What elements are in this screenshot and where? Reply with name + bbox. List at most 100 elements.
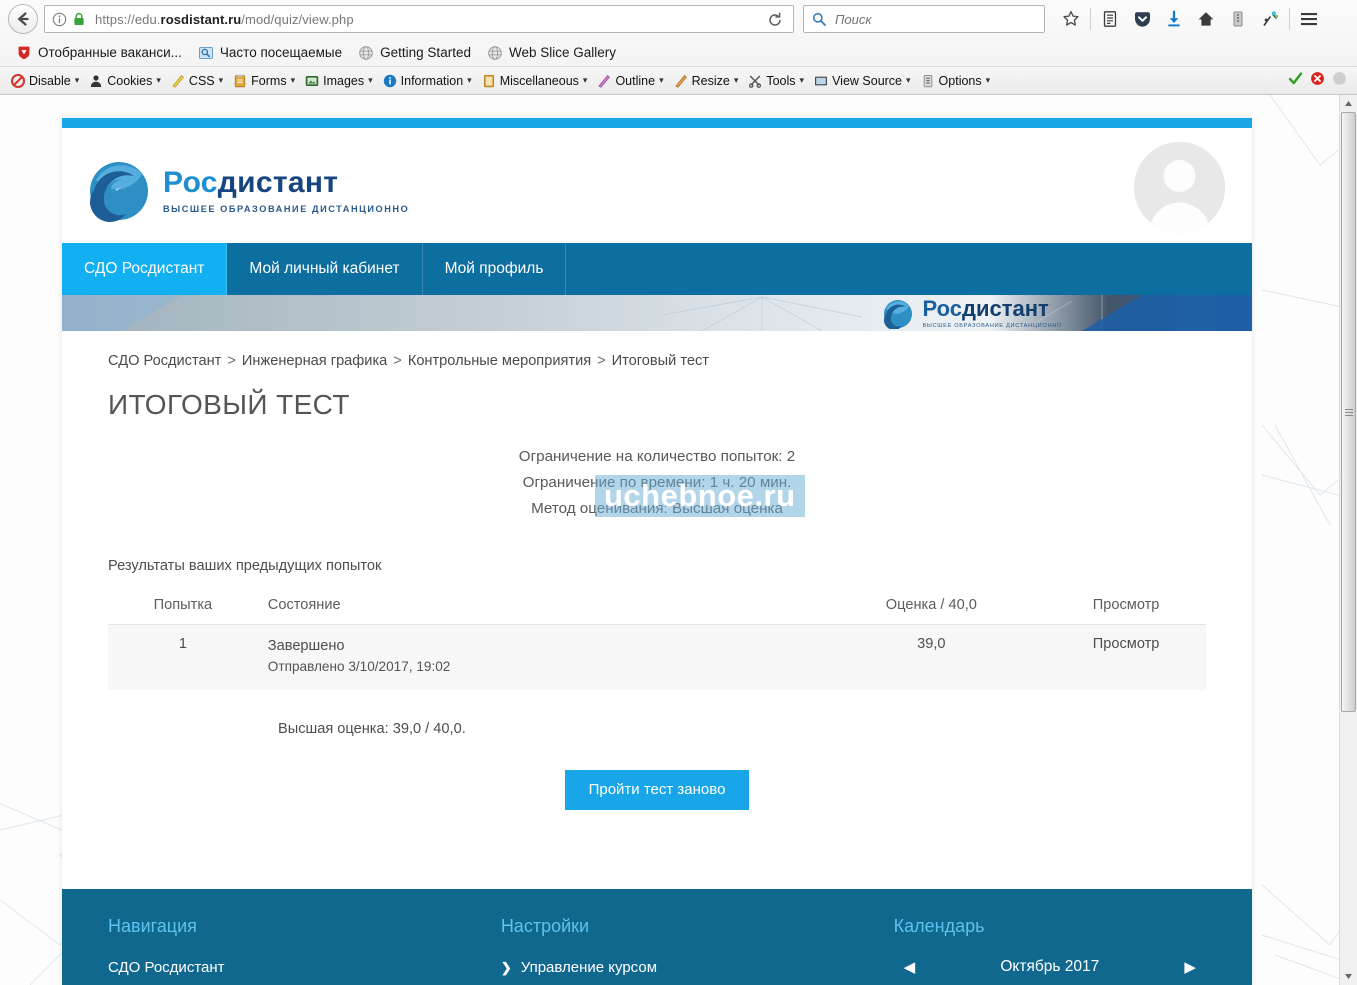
tab-my-profile[interactable]: Мой профиль <box>423 243 567 295</box>
devtool-outline[interactable]: Outline ▾ <box>592 73 668 89</box>
bookmark-item[interactable]: Часто посещаемые <box>190 43 350 63</box>
devtool-information[interactable]: Information ▾ <box>378 73 477 89</box>
retake-test-button[interactable]: Пройти тест заново <box>564 770 750 810</box>
reload-icon <box>769 12 781 26</box>
library-icon[interactable] <box>1222 4 1254 34</box>
devtools-icon[interactable] <box>1254 4 1286 34</box>
tab-sdo-rosdistant[interactable]: СДО Росдистант <box>62 243 228 295</box>
caret-down-icon: ▾ <box>290 75 296 85</box>
search-input[interactable] <box>833 10 1013 28</box>
scrollbar-track[interactable] <box>1340 112 1357 968</box>
caret-down-icon: ▾ <box>582 75 588 85</box>
devtool-miscellaneous[interactable]: Miscellaneous ▾ <box>477 73 593 89</box>
footer-settings-item-course-management[interactable]: ❯ Управление курсом <box>501 959 894 976</box>
reading-list-icon[interactable] <box>1094 4 1126 34</box>
devtool-disable[interactable]: Disable ▾ <box>6 73 84 89</box>
cookies-icon <box>91 74 102 87</box>
caret-down-icon: ▾ <box>218 75 224 85</box>
bookmark-label: Часто посещаемые <box>219 45 343 60</box>
devtool-label: Information <box>400 73 464 88</box>
page-info-icon[interactable] <box>52 12 67 27</box>
scrollbar-up-arrow[interactable] <box>1340 95 1357 112</box>
logo-tagline: ВЫСШЕЕ ОБРАЗОВАНИЕ ДИСТАНЦИОННО <box>163 204 410 214</box>
scrollbar-down-arrow[interactable] <box>1340 968 1357 985</box>
calendar-prev-arrow-icon[interactable]: ◀ <box>904 958 916 976</box>
validation-idle-icon[interactable] <box>1332 71 1347 86</box>
devtool-label: Disable <box>29 73 71 88</box>
devtool-forms[interactable]: Forms ▾ <box>228 73 300 89</box>
footer-navigation-heading: Навигация <box>108 916 197 936</box>
downloads-icon[interactable] <box>1158 4 1190 34</box>
devtool-images[interactable]: Images ▾ <box>300 73 378 89</box>
search-bar[interactable] <box>803 5 1045 33</box>
banner-logo: Росдистант ВЫСШЕЕ ОБРАЗОВАНИЕ ДИСТАНЦИОН… <box>883 298 1062 329</box>
page-scrollbar[interactable] <box>1339 95 1357 985</box>
column-header-grade: Оценка / 40,0 <box>816 591 1047 625</box>
home-icon[interactable] <box>1190 4 1222 34</box>
site-logo[interactable]: Росдистант ВЫСШЕЕ ОБРАЗОВАНИЕ ДИСТАНЦИОН… <box>88 160 409 222</box>
tab-label: Мой личный кабинет <box>249 260 400 277</box>
footer-nav-label: СДО Росдистант <box>108 959 225 976</box>
banner-wordmark: Росдистант <box>922 298 1062 320</box>
banner-wordmark-part2: дистант <box>962 296 1049 321</box>
rosdistant-banner-logo-icon <box>884 299 913 329</box>
scrollbar-thumb[interactable] <box>1341 112 1356 712</box>
calendar-month-label: Октябрь 2017 <box>1000 958 1100 975</box>
quiz-attempts-limit: Ограничение на количество попыток: 2 <box>518 448 796 465</box>
css-icon <box>172 74 184 88</box>
cell-state: Завершено Отправлено 3/10/2017, 19:02 <box>258 625 817 691</box>
devtool-cookies[interactable]: Cookies ▾ <box>84 73 166 89</box>
devtool-status-icons <box>1288 71 1347 86</box>
site-logo-text: Росдистант ВЫСШЕЕ ОБРАЗОВАНИЕ ДИСТАНЦИОН… <box>163 166 410 215</box>
devtool-options[interactable]: Options ▾ <box>916 73 996 89</box>
chevron-right-icon: ❯ <box>500 960 512 975</box>
quiz-info-block: Ограничение на количество попыток: 2 Огр… <box>108 444 1206 522</box>
logo-wordmark-part1: Рос <box>163 166 218 199</box>
breadcrumb-item-3[interactable]: Контрольные мероприятия <box>408 353 591 369</box>
bookmark-item[interactable]: Web Slice Gallery <box>479 43 624 63</box>
cell-review[interactable]: Просмотр <box>1046 625 1206 691</box>
bookmark-star-icon[interactable] <box>1055 4 1087 34</box>
column-header-attempt: Попытка <box>108 591 258 625</box>
devtool-resize[interactable]: Resize ▾ <box>669 73 744 89</box>
pocket-icon[interactable] <box>1126 4 1158 34</box>
caret-down-icon: ▾ <box>733 75 739 85</box>
breadcrumb-item-1[interactable]: СДО Росдистант <box>108 353 221 369</box>
breadcrumb: СДО Росдистант > Инженерная графика > Контро… <box>108 331 1206 369</box>
search-icon <box>812 12 826 26</box>
back-arrow-icon <box>18 12 29 26</box>
hamburger-menu-icon[interactable] <box>1293 4 1325 34</box>
top-accent-bar <box>62 118 1252 128</box>
caret-down-icon: ▾ <box>799 75 805 85</box>
validation-pass-icon[interactable] <box>1288 71 1303 86</box>
devtool-view-source[interactable]: View Source ▾ <box>809 73 915 89</box>
review-link[interactable]: Просмотр <box>1093 636 1160 652</box>
state-submitted: Отправлено 3/10/2017, 19:02 <box>267 659 451 674</box>
banner-graphic <box>62 295 1252 331</box>
toolbar-divider-2 <box>1289 8 1290 30</box>
tab-my-cabinet[interactable]: Мой личный кабинет <box>227 243 423 295</box>
reload-button[interactable] <box>765 11 785 29</box>
breadcrumb-item-2[interactable]: Инженерная графика <box>242 353 387 369</box>
validation-error-icon[interactable] <box>1310 71 1325 86</box>
breadcrumb-item-4[interactable]: Итоговый тест <box>612 353 709 369</box>
devtool-label: Resize <box>691 73 730 88</box>
caret-down-icon: ▾ <box>985 75 991 85</box>
images-icon <box>305 75 319 86</box>
content-spacer <box>62 818 1252 900</box>
bookmark-label: Web Slice Gallery <box>508 45 617 60</box>
bookmark-item[interactable]: Отобранные ваканси... <box>8 43 190 63</box>
bookmark-item[interactable]: Getting Started <box>350 43 479 63</box>
resize-icon <box>674 74 687 88</box>
address-bar[interactable]: https://edu.rosdistant.ru/mod/quiz/view.… <box>44 5 794 33</box>
footer-nav-item-sdo[interactable]: СДО Росдистант <box>108 959 501 976</box>
caret-down-icon: ▾ <box>368 75 373 85</box>
miscellaneous-icon <box>483 74 494 87</box>
avatar[interactable] <box>1134 142 1225 233</box>
quiz-time-limit: Ограничение по времени: 1 ч. 20 мин. <box>522 474 792 491</box>
devtool-css[interactable]: CSS ▾ <box>166 73 228 89</box>
calendar-next-arrow-icon[interactable]: ▶ <box>1184 958 1196 976</box>
back-button[interactable] <box>8 4 38 34</box>
site-footer: Навигация СДО Росдистант Настройки ❯ Упра… <box>62 889 1252 985</box>
devtool-tools[interactable]: Tools ▾ <box>743 73 809 89</box>
